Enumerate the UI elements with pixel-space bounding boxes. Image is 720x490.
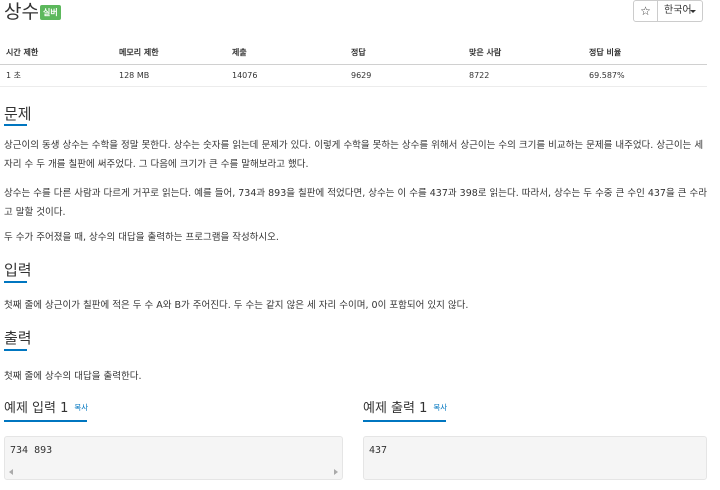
- time-limit-value: 1 초: [0, 64, 113, 87]
- header-solved-users: 맞은 사람: [463, 42, 583, 65]
- accept-rate-value: 69.587%: [583, 64, 707, 87]
- problem-title: 상수: [4, 1, 39, 23]
- sample-output-title-text: 예제 출력 1: [363, 401, 428, 416]
- description-paragraph-2: 상수는 수를 다른 사람과 다르게 거꾸로 읽는다. 예를 들어, 734과 8…: [4, 188, 707, 218]
- sample-output-title: 예제 출력 1 복사: [363, 399, 447, 418]
- scroll-left-arrow-icon[interactable]: [9, 469, 13, 475]
- header-memory-limit: 메모리 제한: [113, 42, 226, 65]
- sample-output-box[interactable]: 437: [363, 436, 707, 480]
- solved-users-value[interactable]: 8722: [463, 64, 583, 87]
- header-submissions: 제출: [226, 42, 345, 65]
- description-heading-underline: [4, 124, 27, 126]
- submissions-value[interactable]: 14076: [226, 64, 345, 87]
- accepted-value[interactable]: 9629: [345, 64, 463, 87]
- table-header-row: 시간 제한 메모리 제한 제출 정답 맞은 사람 정답 비율: [0, 42, 707, 65]
- description-paragraph-1: 상근이의 동생 상수는 수학을 정말 못한다. 상수는 숫자를 읽는데 문제가 …: [4, 140, 704, 170]
- sample-input-copy-link[interactable]: 복사: [74, 403, 88, 412]
- description-heading: 문제: [4, 105, 32, 123]
- input-heading-underline: [4, 281, 27, 283]
- star-icon: ☆: [640, 4, 651, 18]
- header-accepted: 정답: [345, 42, 463, 65]
- output-heading-underline: [4, 349, 27, 351]
- sample-input-underline: [4, 420, 87, 422]
- sample-input-title-text: 예제 입력 1: [4, 401, 69, 416]
- description-paragraph-3: 두 수가 주어졌을 때, 상수의 대답을 출력하는 프로그램을 작성하시오.: [4, 232, 279, 243]
- header-button-group: ☆ 한국어: [633, 0, 703, 22]
- sample-output-copy-link[interactable]: 복사: [433, 403, 447, 412]
- star-button[interactable]: ☆: [633, 0, 658, 22]
- sample-output-content: 437: [369, 445, 388, 456]
- memory-limit-value: 128 MB: [113, 64, 226, 87]
- sample-output-underline: [363, 420, 446, 422]
- chevron-down-icon: [690, 10, 696, 13]
- header-accept-rate: 정답 비율: [583, 42, 707, 65]
- language-dropdown[interactable]: 한국어: [658, 0, 703, 22]
- problem-info-table: 시간 제한 메모리 제한 제출 정답 맞은 사람 정답 비율 1 초 128 M…: [0, 42, 707, 87]
- language-label: 한국어: [664, 5, 692, 16]
- table-row: 1 초 128 MB 14076 9629 8722 69.587%: [0, 64, 707, 87]
- problem-header: 상수 실버 ☆ 한국어: [0, 0, 720, 30]
- sample-input-title: 예제 입력 1 복사: [4, 399, 88, 418]
- sample-input-content: 734 893: [10, 445, 53, 456]
- output-heading: 출력: [4, 329, 32, 347]
- input-heading: 입력: [4, 261, 32, 279]
- sample-input-box[interactable]: 734 893: [4, 436, 343, 480]
- input-description: 첫째 줄에 상근이가 칠판에 적은 두 수 A와 B가 주어진다. 두 수는 같…: [4, 300, 469, 311]
- output-description: 첫째 줄에 상수의 대답을 출력한다.: [4, 371, 142, 382]
- header-time-limit: 시간 제한: [0, 42, 113, 65]
- tier-badge: 실버: [40, 5, 61, 20]
- scroll-right-arrow-icon[interactable]: [334, 469, 338, 475]
